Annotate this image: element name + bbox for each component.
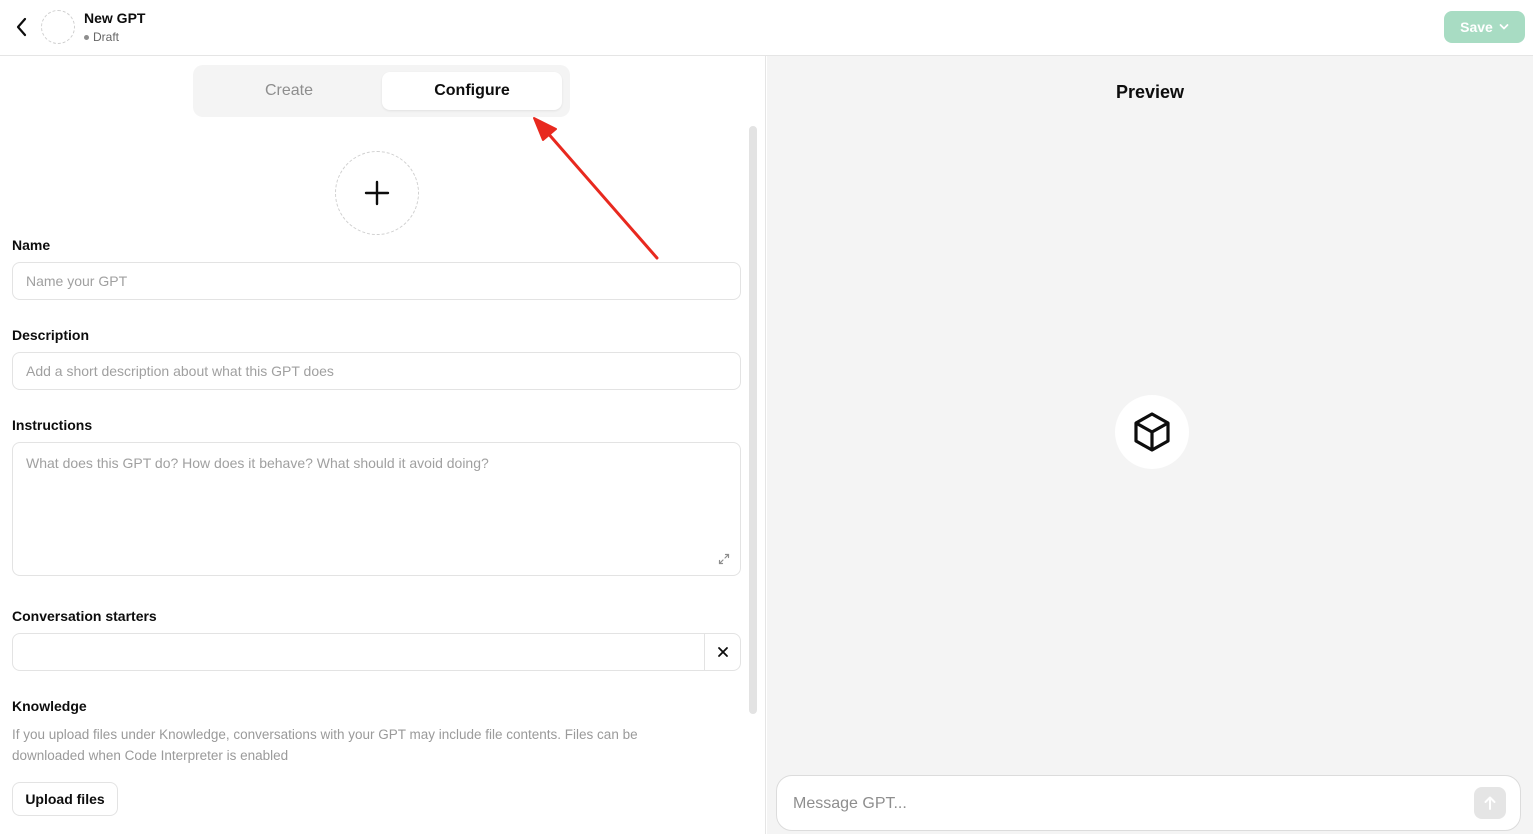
add-avatar-button[interactable] <box>335 151 419 235</box>
back-button[interactable] <box>10 14 32 40</box>
conversation-starters-label: Conversation starters <box>12 608 157 624</box>
gpt-placeholder-avatar <box>1115 395 1189 469</box>
tab-configure[interactable]: Configure <box>382 72 562 110</box>
scrollbar[interactable] <box>749 126 757 714</box>
chevron-left-icon <box>16 17 27 37</box>
expand-icon[interactable] <box>716 551 732 567</box>
save-button[interactable]: Save <box>1444 11 1525 43</box>
send-button[interactable] <box>1474 787 1506 819</box>
upload-files-button[interactable]: Upload files <box>12 782 118 816</box>
close-icon <box>717 647 728 657</box>
knowledge-label: Knowledge <box>12 698 87 714</box>
conversation-starter-row <box>12 633 741 671</box>
knowledge-description: If you upload files under Knowledge, con… <box>12 727 638 763</box>
name-input[interactable] <box>12 262 741 300</box>
name-label: Name <box>12 237 51 253</box>
save-label: Save <box>1460 19 1493 35</box>
status-label: Draft <box>93 30 120 44</box>
remove-starter-button[interactable] <box>704 634 740 670</box>
message-input[interactable] <box>793 789 1463 819</box>
top-bar: New GPT Draft Save <box>0 0 1533 56</box>
instructions-textarea[interactable] <box>12 442 741 576</box>
chevron-down-icon <box>1499 24 1509 30</box>
tab-switcher: Create Configure <box>193 65 570 117</box>
preview-title: Preview <box>1115 82 1185 102</box>
cube-icon <box>1134 412 1170 452</box>
gpt-avatar[interactable] <box>41 10 75 44</box>
description-input[interactable] <box>12 352 741 390</box>
status-badge: Draft <box>84 30 119 44</box>
tab-create[interactable]: Create <box>199 72 379 110</box>
configure-panel: Create Configure Name Description Instru… <box>0 56 766 834</box>
plus-icon <box>364 180 390 206</box>
page-title: New GPT <box>84 10 146 26</box>
arrow-up-icon <box>1484 796 1496 810</box>
preview-panel: Preview <box>767 56 1533 834</box>
status-dot-icon <box>84 34 89 40</box>
message-composer <box>776 775 1521 831</box>
conversation-starter-input[interactable] <box>13 634 705 670</box>
instructions-label: Instructions <box>12 417 93 433</box>
description-label: Description <box>12 327 90 343</box>
